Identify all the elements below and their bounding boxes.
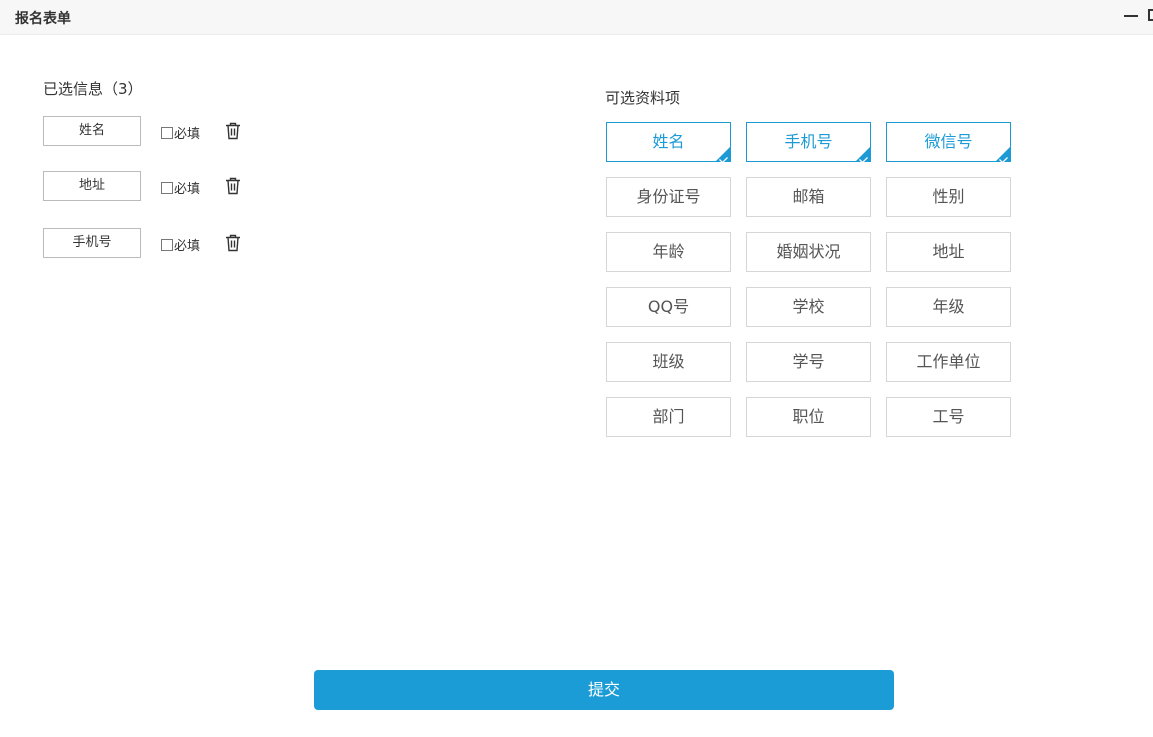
option-label: 学号 — [792, 352, 825, 371]
required-checkbox[interactable]: 必填 — [161, 123, 200, 142]
option-label: 工作单位 — [916, 352, 981, 371]
check-corner-icon — [991, 142, 1011, 162]
required-checkbox[interactable]: 必填 — [161, 235, 200, 254]
option-label: 手机号 — [784, 132, 833, 151]
selected-info-heading: 已选信息（3） — [43, 80, 143, 98]
option-name[interactable]: 姓名 — [606, 122, 731, 162]
option-label: 姓名 — [652, 132, 685, 151]
option-student-id[interactable]: 学号 — [746, 342, 871, 382]
required-label: 必填 — [174, 182, 201, 197]
option-label: 地址 — [932, 242, 965, 261]
option-employee-id[interactable]: 工号 — [886, 397, 1011, 437]
option-class[interactable]: 班级 — [606, 342, 731, 382]
option-age[interactable]: 年龄 — [606, 232, 731, 272]
option-label: 班级 — [652, 352, 685, 371]
option-label: 工号 — [932, 407, 965, 426]
option-email[interactable]: 邮箱 — [746, 177, 871, 217]
option-label: 性别 — [932, 187, 965, 206]
selected-item-label: 地址 — [43, 171, 141, 201]
option-label: QQ号 — [647, 297, 690, 316]
title-bar: 报名表单 — [0, 0, 1153, 35]
submit-button[interactable]: 提交 — [314, 670, 894, 710]
option-grade[interactable]: 年级 — [886, 287, 1011, 327]
option-id-number[interactable]: 身份证号 — [606, 177, 731, 217]
option-label: 学校 — [792, 297, 825, 316]
checkbox-icon[interactable] — [161, 238, 173, 251]
checkbox-icon[interactable] — [161, 126, 173, 139]
option-label: 身份证号 — [636, 187, 701, 206]
optional-fields-grid: 姓名 手机号 微信号 身份证号 邮箱 性别 年龄 婚姻状况 地址 QQ号 学校 … — [606, 122, 1011, 438]
check-corner-icon — [851, 142, 871, 162]
option-department[interactable]: 部门 — [606, 397, 731, 437]
trash-icon[interactable] — [225, 177, 241, 195]
trash-icon[interactable] — [225, 122, 241, 140]
option-phone[interactable]: 手机号 — [746, 122, 871, 162]
trash-icon[interactable] — [225, 234, 241, 252]
option-label: 年级 — [932, 297, 965, 316]
required-label: 必填 — [174, 127, 201, 142]
optional-fields-heading: 可选资料项 — [605, 89, 681, 107]
required-label: 必填 — [174, 239, 201, 254]
option-address[interactable]: 地址 — [886, 232, 1011, 272]
option-school[interactable]: 学校 — [746, 287, 871, 327]
option-position[interactable]: 职位 — [746, 397, 871, 437]
option-label: 婚姻状况 — [776, 242, 841, 261]
window-title: 报名表单 — [15, 11, 71, 27]
maximize-icon[interactable] — [1148, 9, 1153, 21]
selected-item-label: 姓名 — [43, 116, 141, 146]
option-label: 微信号 — [924, 132, 973, 151]
option-marital-status[interactable]: 婚姻状况 — [746, 232, 871, 272]
required-checkbox[interactable]: 必填 — [161, 178, 200, 197]
checkbox-icon[interactable] — [161, 181, 173, 194]
option-label: 部门 — [652, 407, 685, 426]
option-gender[interactable]: 性别 — [886, 177, 1011, 217]
option-label: 邮箱 — [792, 187, 825, 206]
option-label: 职位 — [792, 407, 825, 426]
minimize-icon[interactable] — [1124, 15, 1138, 17]
option-qq[interactable]: QQ号 — [606, 287, 731, 327]
option-wechat[interactable]: 微信号 — [886, 122, 1011, 162]
option-employer[interactable]: 工作单位 — [886, 342, 1011, 382]
check-corner-icon — [711, 142, 731, 162]
selected-item-label: 手机号 — [43, 228, 141, 258]
option-label: 年龄 — [652, 242, 685, 261]
